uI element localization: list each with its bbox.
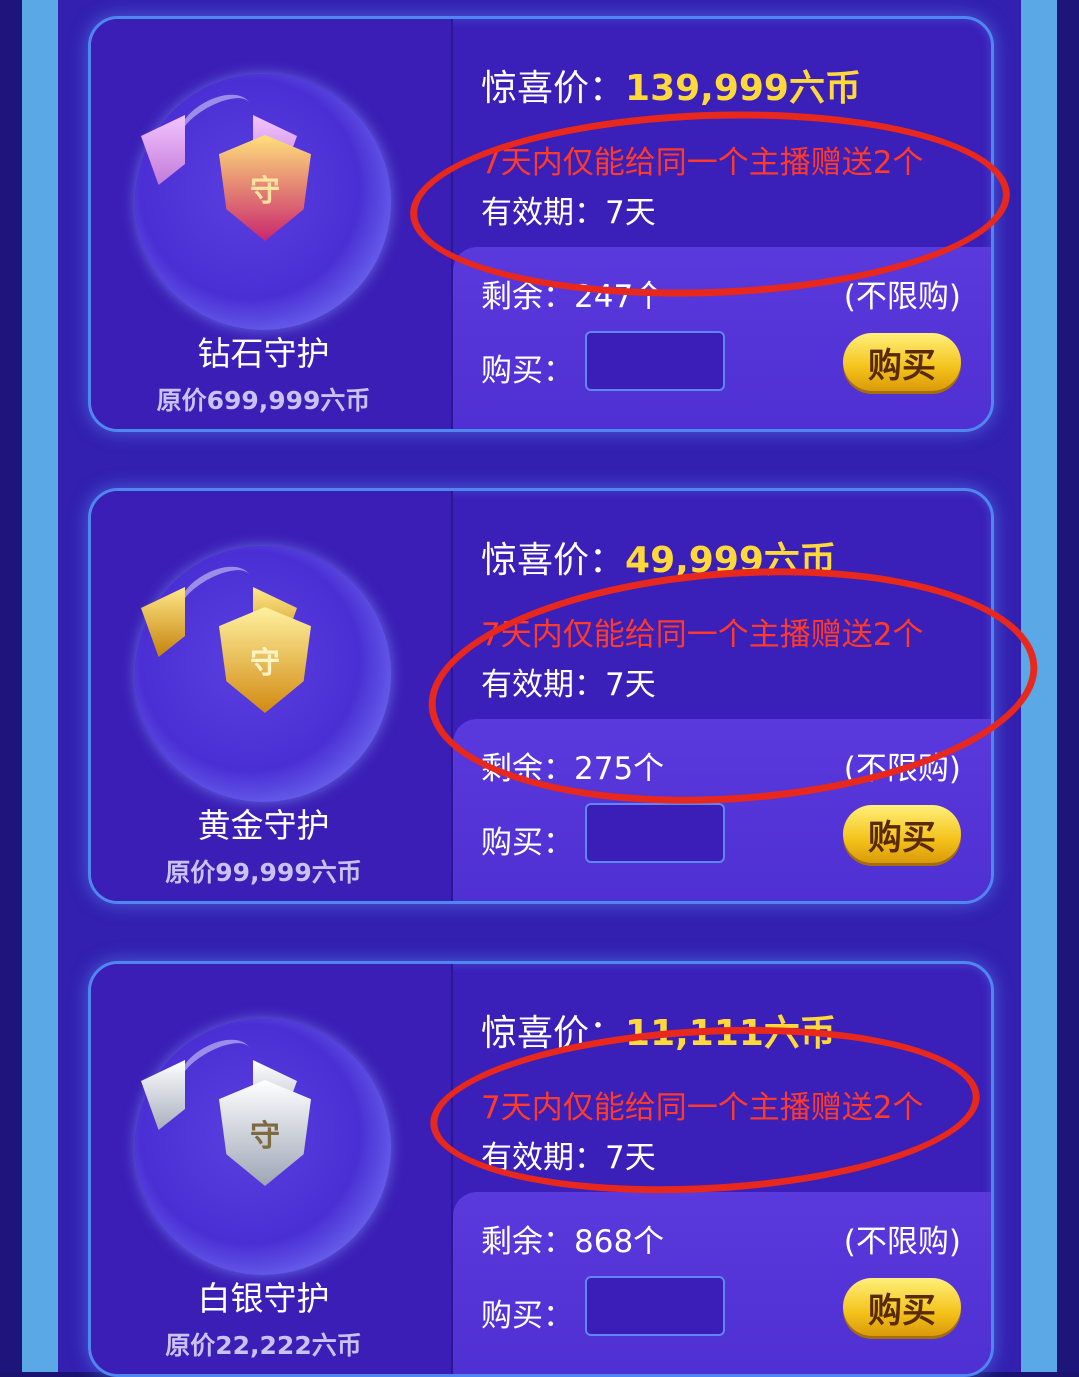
validity-text: 有效期：7天 (481, 667, 656, 703)
surprise-price: 惊喜价：139,999六币 (481, 59, 861, 111)
surprise-price: 惊喜价：49,999六币 (481, 531, 836, 583)
quantity-label: 购买： (481, 353, 574, 389)
guard-card-gold: 守 黄金守护 原价99,999六币 惊喜价：49,999六币 7天内仅能给同一个… (88, 488, 994, 904)
guard-card-diamond: 守 钻石守护 原价699,999六币 惊喜价：139,999六币 7天内仅能给同… (88, 16, 994, 432)
card-item-pane: 守 黄金守护 原价99,999六币 (91, 491, 453, 901)
purchase-box: 剩余：275个 (不限购) 购买： 购买 (453, 719, 991, 901)
quantity-label: 购买： (481, 1298, 574, 1334)
left-frame-border (0, 0, 62, 1372)
price-value: 139,999六币 (625, 68, 861, 109)
buy-button[interactable]: 购买 (843, 333, 961, 391)
price-value: 49,999六币 (625, 540, 836, 581)
gift-limit-notice: 7天内仅能给同一个主播赠送2个 (481, 145, 924, 181)
card-item-pane: 守 白银守护 原价22,222六币 (91, 964, 453, 1374)
quantity-label: 购买： (481, 825, 574, 861)
price-label: 惊喜价： (481, 540, 626, 581)
remaining-count: 剩余：247个 (481, 279, 665, 315)
purchase-limit: (不限购) (843, 751, 961, 787)
original-price: 原价99,999六币 (165, 858, 362, 887)
validity-text: 有效期：7天 (481, 195, 656, 231)
card-item-pane: 守 钻石守护 原价699,999六币 (91, 19, 453, 429)
quantity-input[interactable] (585, 1276, 725, 1336)
quantity-input[interactable] (585, 803, 725, 863)
price-label: 惊喜价： (481, 1013, 626, 1054)
item-name: 黄金守护 (197, 806, 330, 845)
price-value: 11,111六币 (625, 1013, 836, 1054)
purchase-limit: (不限购) (843, 279, 961, 315)
item-name: 钻石守护 (197, 334, 330, 373)
item-name: 白银守护 (197, 1279, 330, 1318)
buy-button[interactable]: 购买 (843, 805, 961, 863)
purchase-box: 剩余：247个 (不限购) 购买： 购买 (453, 247, 991, 429)
remaining-count: 剩余：275个 (481, 751, 665, 787)
surprise-price: 惊喜价：11,111六币 (481, 1004, 836, 1056)
price-label: 惊喜价： (481, 68, 626, 109)
guard-card-silver: 守 白银守护 原价22,222六币 惊喜价：11,111六币 7天内仅能给同一个… (88, 961, 994, 1377)
purchase-box: 剩余：868个 (不限购) 购买： 购买 (453, 1192, 991, 1374)
validity-text: 有效期：7天 (481, 1140, 656, 1176)
original-price: 原价22,222六币 (165, 1331, 362, 1360)
original-price: 原价699,999六币 (156, 386, 371, 415)
remaining-count: 剩余：868个 (481, 1224, 665, 1260)
gift-limit-notice: 7天内仅能给同一个主播赠送2个 (481, 1090, 924, 1126)
purchase-limit: (不限购) (843, 1224, 961, 1260)
quantity-input[interactable] (585, 331, 725, 391)
buy-button[interactable]: 购买 (843, 1278, 961, 1336)
right-frame-border (1017, 0, 1079, 1372)
gift-limit-notice: 7天内仅能给同一个主播赠送2个 (481, 617, 924, 653)
